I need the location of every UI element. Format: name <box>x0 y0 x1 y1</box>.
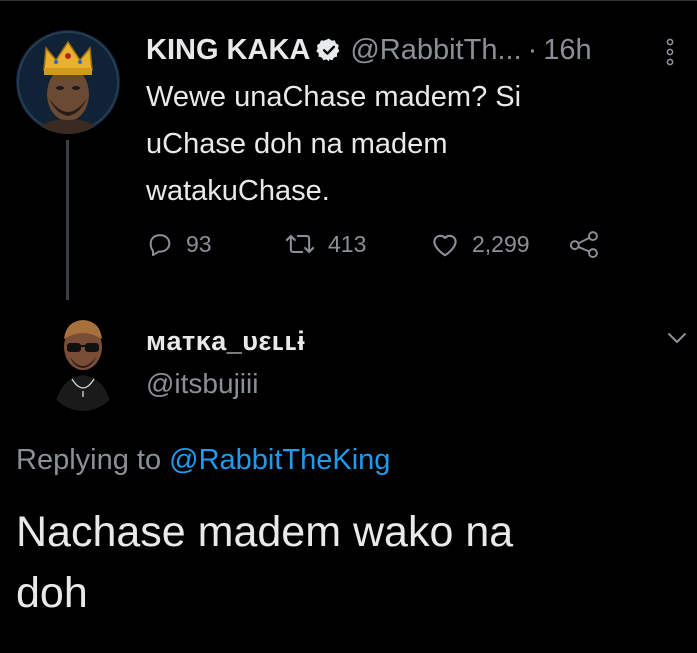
reply-display-name[interactable]: мaтĸa_υεʟʟɨ <box>146 326 305 357</box>
king-kaka-avatar[interactable] <box>16 30 120 134</box>
parent-text-line: watakuChase. <box>146 175 330 207</box>
reply-count: 93 <box>186 230 212 257</box>
chevron-down-icon[interactable] <box>666 330 688 346</box>
retweet-count: 413 <box>328 230 367 257</box>
top-divider <box>0 0 697 1</box>
replying-to-line: Replying to @RabbitTheKing <box>16 444 390 477</box>
replying-mention-link[interactable]: @RabbitTheKing <box>169 444 390 476</box>
retweet-icon <box>285 234 315 254</box>
meta-separator: · <box>527 33 538 66</box>
reply-handle[interactable]: @itsbujiii <box>146 368 258 400</box>
reply-text-line: Nachase madem wako na <box>16 508 514 556</box>
reply-icon <box>149 234 171 257</box>
more-options-icon[interactable] <box>664 38 676 66</box>
like-count: 2,299 <box>472 230 530 257</box>
parent-display-name[interactable]: KING KAKA <box>146 34 310 67</box>
verified-badge-icon <box>316 37 342 63</box>
parent-tweet-header: KING KAKA @RabbitTh... · 16h <box>146 30 592 70</box>
sunglasses-man-avatar-icon <box>40 305 126 411</box>
parent-text-line: uChase doh na madem <box>146 128 448 160</box>
reply-text-line: doh <box>16 569 88 617</box>
heart-icon <box>433 234 457 257</box>
like-action[interactable]: 2,299 <box>430 226 530 262</box>
reply-tweet-text: Nachase madem wako na doh <box>16 502 656 624</box>
parent-timestamp[interactable]: 16h <box>543 34 591 67</box>
reply-user-avatar[interactable] <box>40 305 126 411</box>
retweet-action[interactable]: 413 <box>284 226 366 262</box>
king-crown-avatar-icon <box>16 30 120 134</box>
thread-line <box>66 140 69 300</box>
parent-text-line: Wewe unaChase madem? Si <box>146 81 522 113</box>
parent-handle[interactable]: @RabbitTh... <box>350 34 521 67</box>
share-icon <box>569 231 598 258</box>
share-action[interactable] <box>568 226 602 262</box>
replying-prefix: Replying to <box>16 444 162 476</box>
parent-tweet-text: Wewe unaChase madem? Si uChase doh na ma… <box>146 74 646 215</box>
reply-action[interactable]: 93 <box>146 226 212 262</box>
